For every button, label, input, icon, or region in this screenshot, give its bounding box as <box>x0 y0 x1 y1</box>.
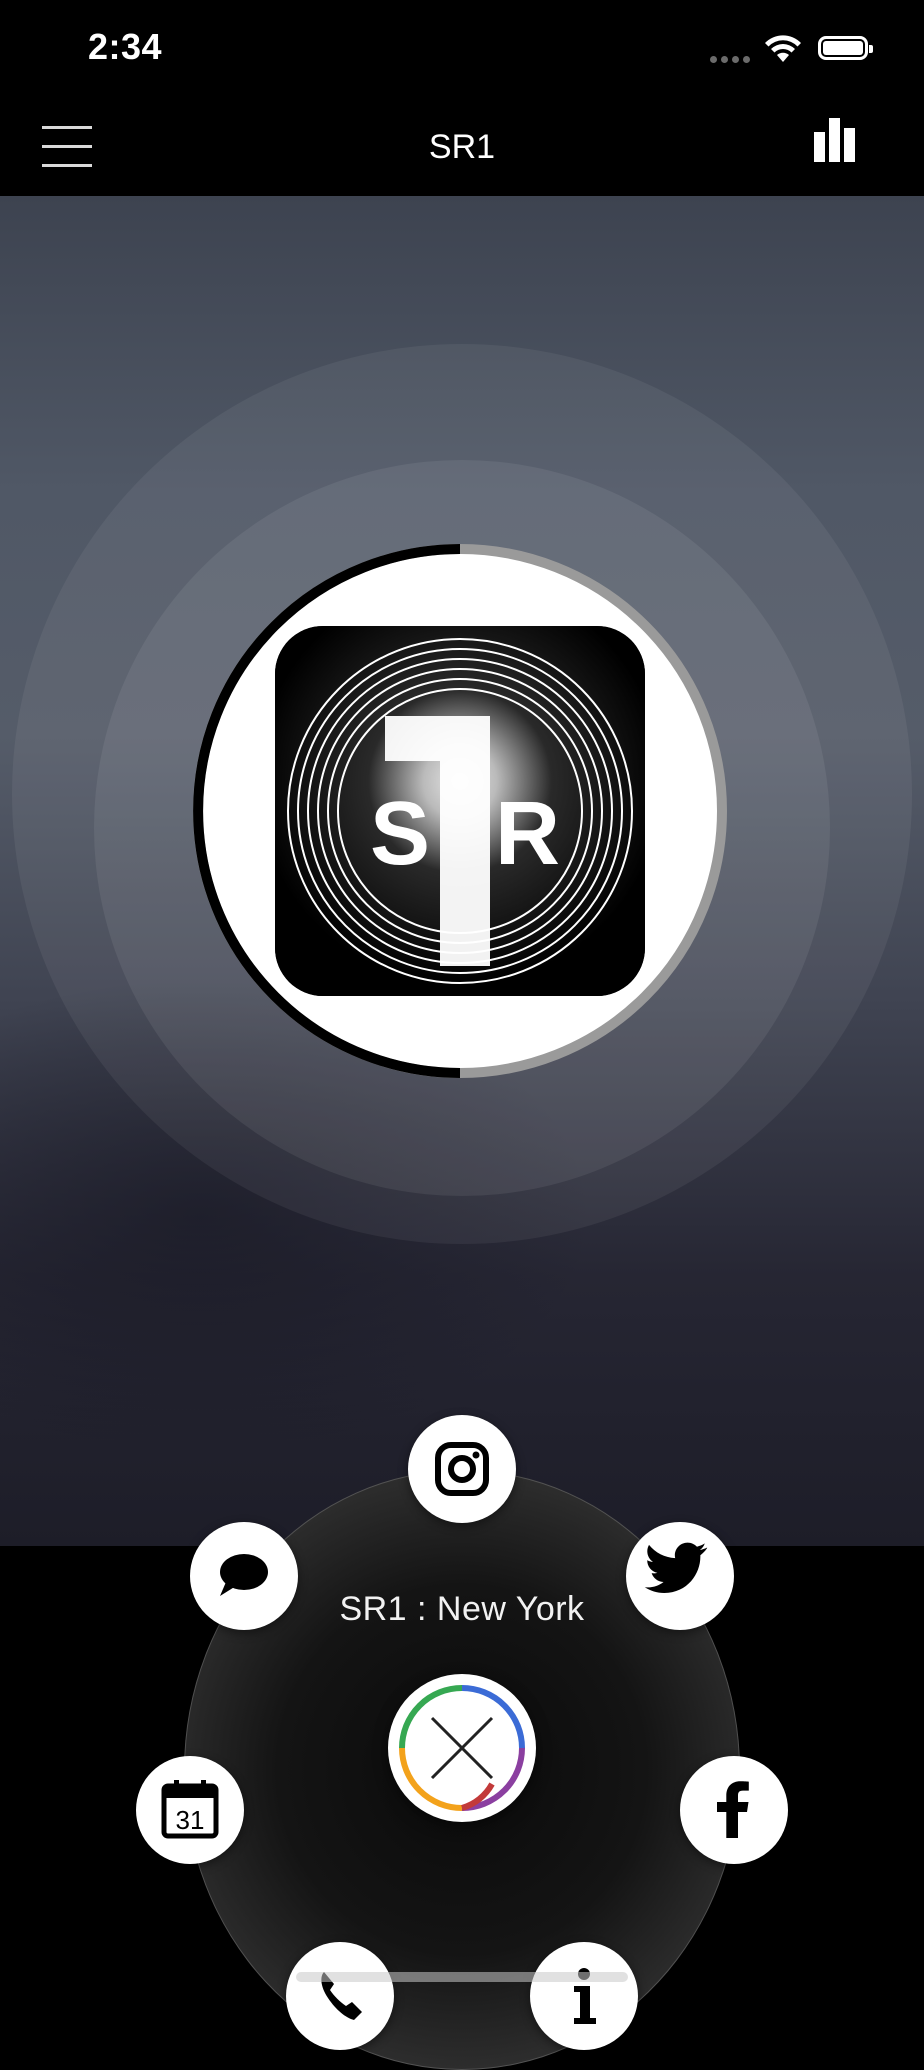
page-title: SR1 <box>428 128 496 166</box>
chat-bubble-icon <box>220 1554 268 1596</box>
twitter-button[interactable] <box>626 1522 734 1630</box>
instagram-icon <box>435 1442 489 1496</box>
calendar-icon: 31 <box>161 1780 219 1839</box>
svg-text:31: 31 <box>176 1805 205 1835</box>
facebook-icon <box>717 1781 749 1838</box>
info-icon <box>574 1968 596 2024</box>
chat-button[interactable] <box>190 1522 298 1630</box>
svg-text:S: S <box>370 784 430 884</box>
phone-button[interactable] <box>286 1942 394 2050</box>
twitter-icon <box>644 1542 708 1593</box>
station-logo: S R <box>275 626 645 996</box>
status-time: 2:34 <box>88 26 163 67</box>
phone-icon <box>321 1972 362 2020</box>
svg-text:R: R <box>495 784 560 884</box>
bar-chart-icon[interactable] <box>810 110 866 166</box>
nav-bar: SR1 <box>0 100 924 196</box>
close-button[interactable] <box>388 1674 536 1822</box>
station-player[interactable]: S R <box>190 541 730 1081</box>
cellular-signal-icon <box>710 50 754 68</box>
station-label: SR1 : New York <box>339 1590 585 1628</box>
close-icon <box>399 1685 525 1811</box>
player-area: S R <box>0 196 924 1546</box>
status-bar: 2:34 <box>0 0 924 100</box>
info-button[interactable] <box>530 1942 638 2050</box>
facebook-button[interactable] <box>680 1756 788 1864</box>
instagram-button[interactable] <box>408 1415 516 1523</box>
calendar-button[interactable]: 31 <box>136 1756 244 1864</box>
battery-icon <box>818 36 873 60</box>
home-indicator <box>296 1972 628 1982</box>
wifi-icon <box>764 34 802 69</box>
